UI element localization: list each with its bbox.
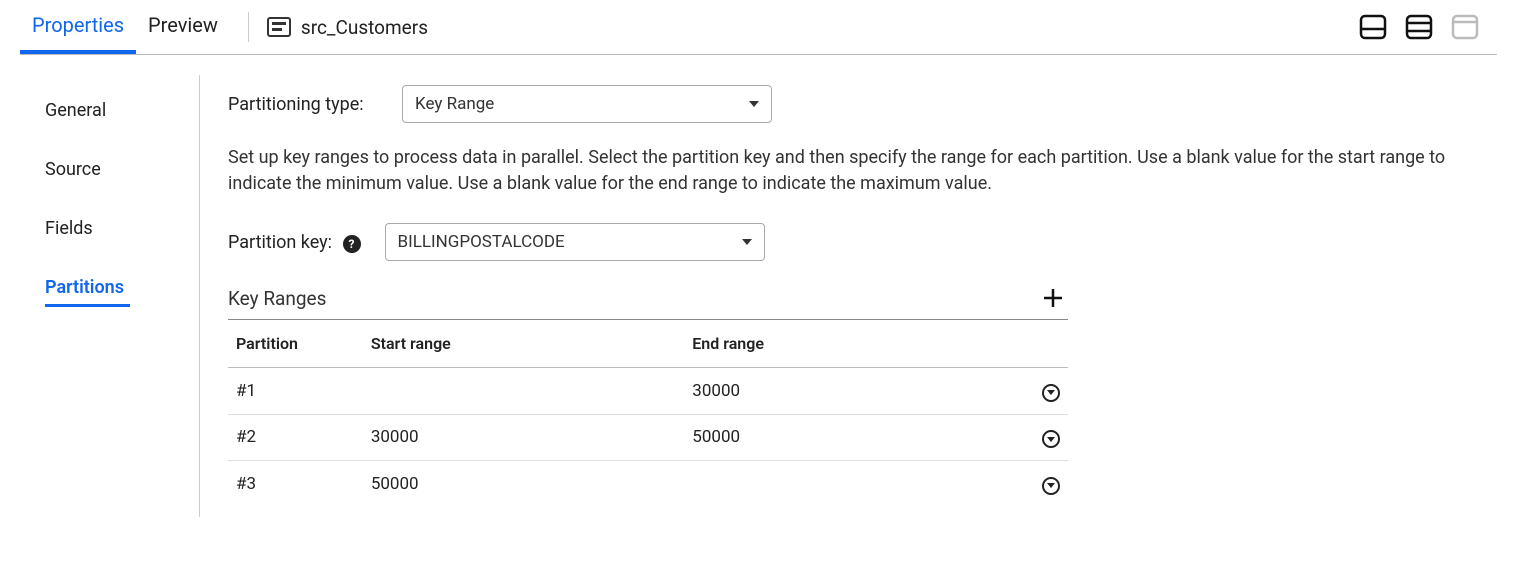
cell-start-range[interactable] bbox=[363, 368, 684, 415]
cell-partition: #1 bbox=[228, 368, 363, 415]
content: Partitioning type: Key Range Set up key … bbox=[200, 75, 1497, 517]
table-row: #2 30000 50000 bbox=[228, 414, 1068, 461]
row-menu-button[interactable] bbox=[1042, 384, 1060, 402]
top-tab-label: Properties bbox=[32, 13, 124, 37]
partition-key-row: Partition key: ? BILLINGPOSTALCODE bbox=[228, 223, 1487, 261]
side-tab-partitions[interactable]: Partitions bbox=[25, 267, 199, 317]
key-ranges-title: Key Ranges bbox=[228, 287, 326, 310]
top-bar-left: Properties Preview src_Customers bbox=[20, 0, 428, 54]
cell-start-range[interactable]: 50000 bbox=[363, 461, 684, 507]
col-partition: Partition bbox=[228, 320, 363, 368]
cell-end-range[interactable] bbox=[684, 461, 1005, 507]
col-start-range: Start range bbox=[363, 320, 684, 368]
top-tab-label: Preview bbox=[148, 13, 218, 37]
partition-key-value: BILLINGPOSTALCODE bbox=[398, 232, 565, 252]
partitioning-type-select[interactable]: Key Range bbox=[402, 85, 772, 123]
partition-key-select[interactable]: BILLINGPOSTALCODE bbox=[385, 223, 765, 261]
key-ranges-header: Key Ranges bbox=[228, 283, 1068, 313]
cell-start-range[interactable]: 30000 bbox=[363, 414, 684, 461]
side-tab-label: Partitions bbox=[45, 277, 124, 298]
table-row: #1 30000 bbox=[228, 368, 1068, 415]
key-ranges-table: Partition Start range End range #1 30000… bbox=[228, 319, 1068, 507]
panel-layout-bottom-icon[interactable] bbox=[1359, 14, 1387, 40]
row-menu-button[interactable] bbox=[1042, 477, 1060, 495]
top-tab-properties[interactable]: Properties bbox=[20, 0, 136, 54]
side-tab-general[interactable]: General bbox=[25, 90, 199, 131]
divider bbox=[248, 12, 249, 42]
row-menu-button[interactable] bbox=[1042, 430, 1060, 448]
table-row: #3 50000 bbox=[228, 461, 1068, 507]
partition-key-label-text: Partition key: bbox=[228, 232, 332, 253]
cell-end-range[interactable]: 30000 bbox=[684, 368, 1005, 415]
side-tab-label: Fields bbox=[45, 218, 93, 239]
partition-key-label: Partition key: ? bbox=[228, 232, 361, 253]
partitioning-type-value: Key Range bbox=[415, 94, 494, 114]
source-object-icon bbox=[267, 17, 291, 37]
side-tab-source[interactable]: Source bbox=[25, 149, 199, 190]
chevron-down-icon bbox=[742, 239, 752, 245]
source-chip: src_Customers bbox=[267, 16, 428, 39]
partitioning-type-row: Partitioning type: Key Range bbox=[228, 85, 1487, 123]
panel-layout-full-icon[interactable] bbox=[1451, 14, 1479, 40]
panel-layout-split-icon[interactable] bbox=[1405, 14, 1433, 40]
side-tab-label: Source bbox=[45, 159, 101, 180]
cell-partition: #2 bbox=[228, 414, 363, 461]
top-tab-preview[interactable]: Preview bbox=[136, 0, 230, 54]
side-tab-fields[interactable]: Fields bbox=[25, 208, 199, 249]
add-key-range-button[interactable] bbox=[1038, 283, 1068, 313]
top-bar: Properties Preview src_Customers bbox=[20, 0, 1497, 55]
table-header-row: Partition Start range End range bbox=[228, 320, 1068, 368]
cell-partition: #3 bbox=[228, 461, 363, 507]
side-tab-label: General bbox=[45, 100, 106, 121]
source-object-name: src_Customers bbox=[301, 16, 428, 39]
plus-icon bbox=[1042, 287, 1064, 309]
help-icon[interactable]: ? bbox=[343, 235, 361, 253]
tab-underline bbox=[45, 304, 130, 307]
page-body: General Source Fields Partitions Partiti… bbox=[0, 55, 1517, 537]
partitioning-type-label: Partitioning type: bbox=[228, 94, 378, 115]
col-end-range: End range bbox=[684, 320, 1005, 368]
top-bar-right bbox=[1359, 14, 1479, 40]
partitioning-description: Set up key ranges to process data in par… bbox=[228, 145, 1487, 197]
cell-end-range[interactable]: 50000 bbox=[684, 414, 1005, 461]
col-actions bbox=[1006, 320, 1068, 368]
side-tabs: General Source Fields Partitions bbox=[25, 75, 200, 517]
chevron-down-icon bbox=[749, 101, 759, 107]
